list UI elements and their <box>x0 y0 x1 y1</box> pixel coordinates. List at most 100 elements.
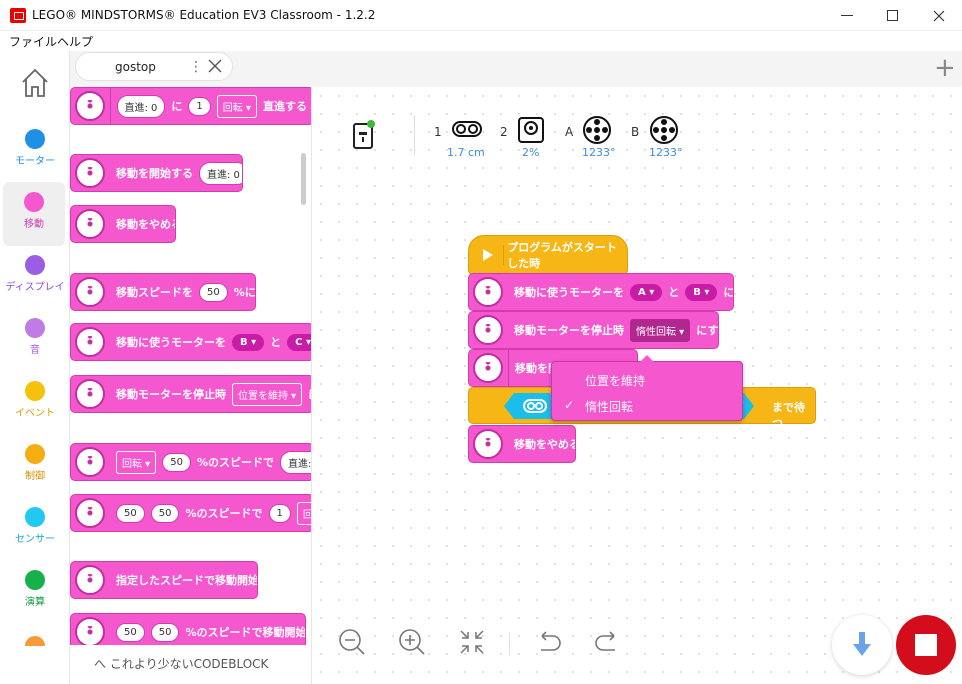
palette-block-move-rotations[interactable]: 直進: 0 に 1 回転 ▾ 直進する <box>70 87 311 125</box>
motor-port-dropdown[interactable]: A ▾ <box>630 283 663 301</box>
app-logo-icon <box>10 8 26 23</box>
maximize-icon <box>887 9 898 21</box>
home-icon[interactable] <box>21 68 49 98</box>
palette-block-start-speed[interactable]: 指定したスピードで移動開始する <box>70 561 258 599</box>
minimize-button[interactable] <box>824 0 870 31</box>
port-number: A <box>565 125 574 139</box>
palette-footer: へ これより少ないCODEBLOCK <box>70 645 311 684</box>
more-vertical-icon[interactable]: ⋮ <box>189 59 203 75</box>
movement-color-icon <box>24 192 44 212</box>
palette-block-start-moving[interactable]: 移動を開始する 直進: 0 <box>70 154 243 192</box>
stop-mode-dropdown[interactable]: 位置を維持 ▾ <box>232 382 303 406</box>
unit-dropdown[interactable]: 回転 ▾ <box>116 450 157 474</box>
category-label: モーター <box>15 156 55 167</box>
motor-icon <box>583 116 611 144</box>
block-text: と <box>270 336 282 349</box>
port-number: 1 <box>434 125 442 139</box>
window-title: LEGO® MINDSTORMS® Education EV3 Classroo… <box>32 8 376 22</box>
move-block-icon <box>75 447 105 477</box>
left-speed-input[interactable]: 50 <box>116 622 145 642</box>
hub-connected-icon[interactable] <box>352 120 376 150</box>
palette-block-stop-mode[interactable]: 移動モーターを停止時 位置を維持 ▾ に <box>70 375 311 413</box>
download-arrow-icon <box>853 632 871 656</box>
right-speed-input[interactable]: 50 <box>150 503 180 523</box>
program-block-set-motors[interactable]: 移動に使うモーターを A ▾ と B ▾ にする <box>468 273 734 311</box>
move-block-icon <box>473 315 503 345</box>
undo-icon[interactable] <box>534 628 562 656</box>
category-motor[interactable]: モーター <box>0 119 70 183</box>
amount-input[interactable]: 1 <box>268 503 291 523</box>
divider <box>509 633 510 655</box>
category-sound[interactable]: 音 <box>0 308 70 372</box>
control-color-icon <box>25 444 45 464</box>
menu-bar: ファイル ヘルプ <box>0 31 962 51</box>
add-tab-icon[interactable]: + <box>934 55 956 81</box>
motor-port-dropdown[interactable]: B ▾ <box>685 283 718 301</box>
block-text: 移動モーターを停止時 <box>514 324 624 337</box>
palette-block-stop-moving[interactable]: 移動をやめる <box>70 205 176 243</box>
zoom-out-icon[interactable] <box>338 628 366 656</box>
speed-input[interactable]: 50 <box>162 452 191 472</box>
stop-mode-dropdown[interactable]: 惰性回転 ▾ <box>630 318 691 342</box>
category-more-color-icon <box>25 636 45 646</box>
port-value: 1233° <box>582 146 616 159</box>
move-block-icon <box>75 91 105 121</box>
option-hold-position[interactable]: 位置を維持 <box>585 372 645 389</box>
move-block-icon <box>75 277 105 307</box>
option-coast[interactable]: 惰性回転 <box>585 398 633 415</box>
palette-scrollbar[interactable] <box>301 153 306 205</box>
block-text: にする <box>723 286 734 299</box>
unit-dropdown[interactable]: 回転 <box>296 501 311 525</box>
stop-program-button[interactable] <box>896 615 956 675</box>
close-window-button[interactable] <box>916 0 962 31</box>
sound-color-icon <box>25 318 45 338</box>
motor-port-dropdown[interactable]: C ▾ <box>287 333 311 351</box>
program-block-stop-mode[interactable]: 移動モーターを停止時 惰性回転 ▾ にする <box>468 311 719 349</box>
palette-block-move-speed[interactable]: 回転 ▾ 50 %のスピードで 直進: 0 <box>70 443 311 481</box>
block-text: 移動スピードを <box>116 286 193 299</box>
category-events[interactable]: イベント <box>0 371 70 435</box>
palette-block-tank-move[interactable]: 50 50 %のスピードで 1 回転 <box>70 494 311 532</box>
left-speed-input[interactable]: 50 <box>116 503 145 523</box>
show-less-blocks-button[interactable]: へ これより少ないCODEBLOCK <box>94 655 268 672</box>
steering-input[interactable]: 直進: 0 <box>279 450 311 474</box>
steering-input[interactable]: 直進: 0 <box>116 94 166 118</box>
move-block-icon <box>75 617 105 647</box>
category-display[interactable]: ディスプレイ <box>0 245 70 309</box>
right-speed-input[interactable]: 50 <box>150 622 180 642</box>
category-sensors[interactable]: センサー <box>0 497 70 561</box>
block-text: %のスピードで <box>196 456 274 469</box>
block-text: と <box>668 286 680 299</box>
move-block-icon <box>473 429 503 459</box>
menu-file[interactable]: ファイル <box>9 33 57 50</box>
category-movement[interactable]: 移動 <box>3 182 65 246</box>
unit-dropdown[interactable]: 回転 ▾ <box>216 94 257 118</box>
close-tab-icon[interactable] <box>207 58 223 74</box>
menu-help[interactable]: ヘルプ <box>57 33 93 50</box>
speed-input[interactable]: 50 <box>199 282 228 302</box>
maximize-button[interactable] <box>870 0 916 31</box>
amount-input[interactable]: 1 <box>188 96 211 116</box>
redo-icon[interactable] <box>594 628 622 656</box>
program-block-stop-moving[interactable]: 移動をやめる <box>468 425 576 463</box>
block-palette: 直進: 0 に 1 回転 ▾ 直進する 移動を開始する 直進: 0 移動をやめる… <box>70 87 312 684</box>
divider <box>414 115 415 155</box>
sensors-color-icon <box>25 507 45 527</box>
download-button[interactable] <box>832 615 892 675</box>
category-operators[interactable]: 演算 <box>0 560 70 624</box>
motor-port-dropdown[interactable]: B ▾ <box>232 333 265 351</box>
fit-to-screen-icon[interactable] <box>458 628 486 656</box>
move-block-icon <box>473 277 503 307</box>
block-text: 移動に使うモーターを <box>116 336 226 349</box>
block-text: 移動をやめる <box>116 218 176 231</box>
project-tab-label: gostop <box>115 60 156 74</box>
palette-block-set-motors[interactable]: 移動に使うモーターを B ▾ と C ▾ に <box>70 323 311 361</box>
project-tab[interactable]: gostop ⋮ <box>75 52 233 81</box>
category-label: 音 <box>30 345 40 356</box>
zoom-in-icon[interactable] <box>398 628 426 656</box>
program-start-block[interactable]: プログラムがスタートした時 <box>468 235 628 275</box>
steering-input[interactable]: 直進: 0 <box>199 161 242 185</box>
palette-block-set-speed[interactable]: 移動スピードを 50 %にする <box>70 273 256 311</box>
port-value: 1.7 cm <box>447 146 485 159</box>
category-control[interactable]: 制御 <box>0 434 70 498</box>
